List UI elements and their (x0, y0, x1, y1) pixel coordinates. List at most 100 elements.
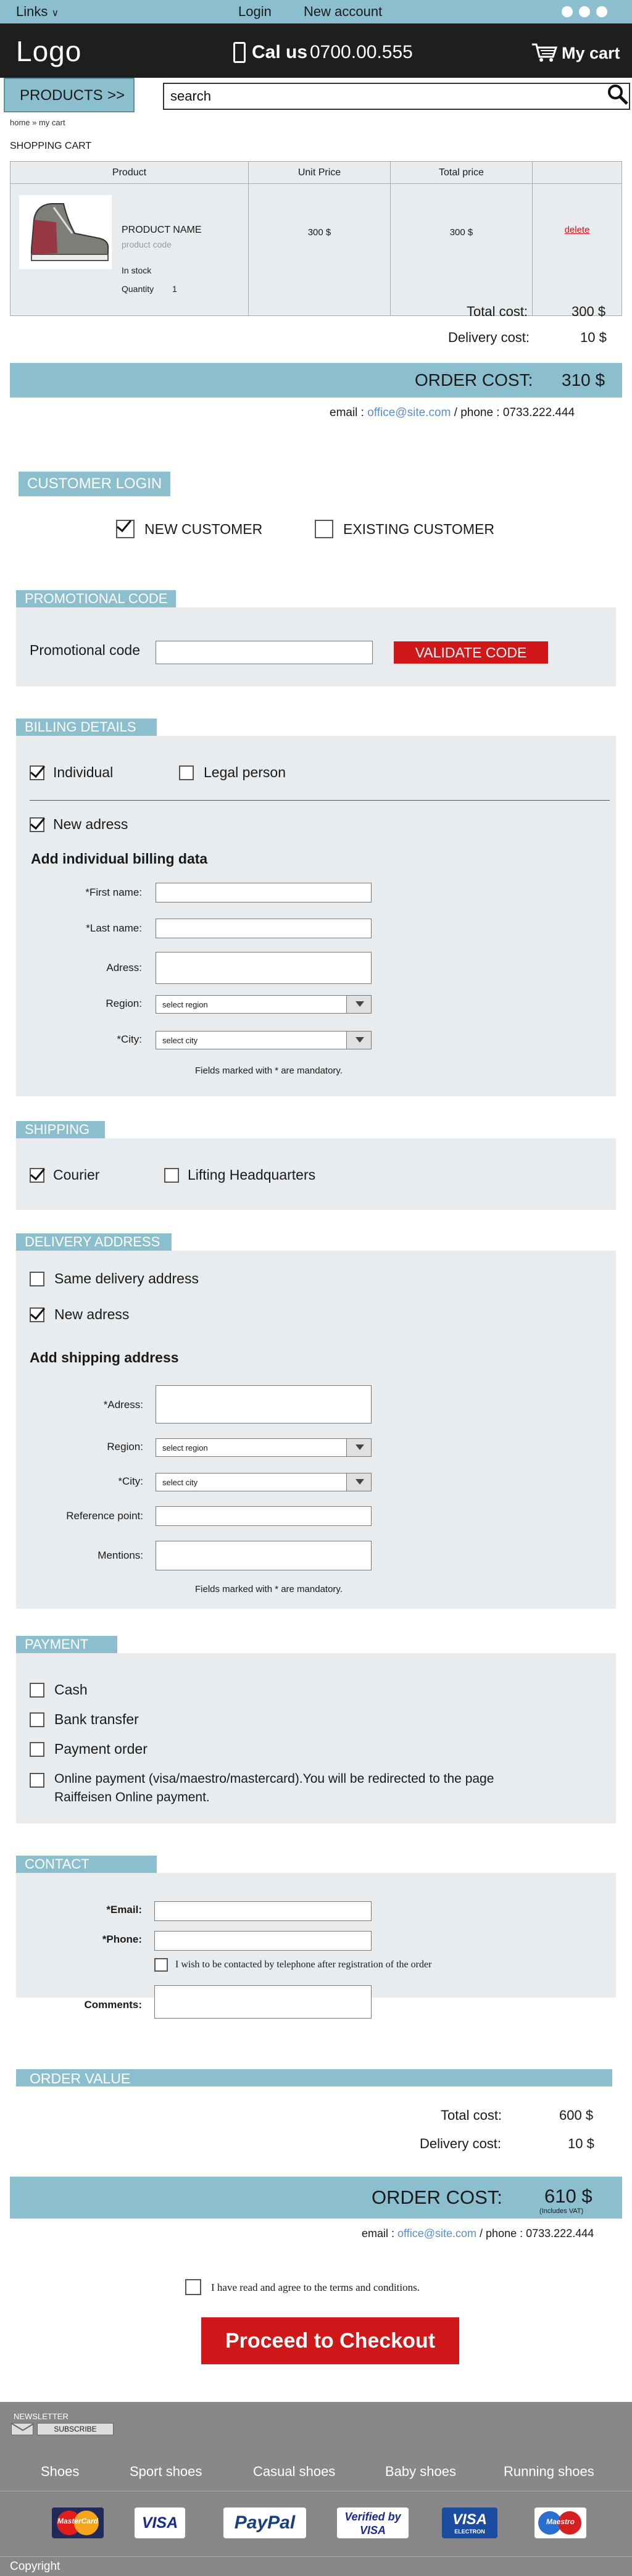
quantity-label: Quantity (122, 284, 154, 294)
links-label: Links (16, 4, 48, 19)
footer-divider (0, 2556, 632, 2557)
header: Logo Cal us 0700.00.555 My cart (0, 23, 632, 78)
total-cost-value: 300 $ (572, 304, 606, 319)
mentions-input[interactable] (156, 1541, 372, 1570)
new-customer-checkbox[interactable] (116, 520, 135, 538)
mail-icon[interactable] (11, 2423, 35, 2435)
contact-phone: 0733.222.444 (526, 2227, 594, 2240)
footer-link[interactable]: Baby shoes (385, 2464, 456, 2480)
footer-link[interactable]: Shoes (41, 2464, 79, 2480)
new-account-link[interactable]: New account (304, 4, 382, 20)
delivery-region-label: Region: (107, 1441, 143, 1453)
search-icon[interactable] (607, 83, 629, 106)
payment-order-checkbox[interactable] (30, 1742, 44, 1757)
product-name[interactable]: PRODUCT NAME (122, 225, 202, 236)
delivery-mandatory-note: Fields marked with * are mandatory. (195, 1584, 343, 1594)
city-select[interactable]: select city (156, 1031, 372, 1049)
footer-link[interactable]: Casual shoes (253, 2464, 335, 2480)
new-address-checkbox[interactable] (30, 817, 44, 832)
contact-email-input[interactable] (154, 1901, 372, 1921)
contact-phone-label: *Phone: (102, 1933, 142, 1945)
contact-line-2: email : office@site.com / phone : 0733.2… (362, 2227, 594, 2240)
order-value-title: ORDER VALUE (30, 2070, 131, 2086)
cart-icon[interactable] (531, 42, 558, 63)
maestro-text: Maestro (546, 2517, 575, 2526)
proceed-checkout-button[interactable]: Proceed to Checkout (201, 2317, 459, 2364)
ov-order-label: ORDER COST: (372, 2186, 502, 2208)
circle-icon[interactable] (596, 6, 607, 17)
email-link[interactable]: office@site.com (397, 2227, 476, 2240)
courier-checkbox[interactable] (30, 1168, 44, 1183)
delivery-cost-value: 10 $ (580, 330, 607, 345)
last-name-input[interactable] (156, 919, 372, 938)
contact-email-label: *Email: (106, 1904, 142, 1915)
chevron-down-icon (346, 1032, 371, 1049)
same-address-label: Same delivery address (54, 1270, 199, 1286)
existing-customer-checkbox[interactable] (315, 520, 333, 538)
products-button[interactable]: PRODUCTS >> (4, 78, 135, 112)
quantity-value[interactable]: 1 (172, 284, 177, 294)
bank-checkbox[interactable] (30, 1712, 44, 1727)
delivery-city-select[interactable]: select city (156, 1473, 372, 1491)
delivery-region-select[interactable]: select region (156, 1438, 372, 1457)
promo-input[interactable] (156, 641, 373, 664)
contact-opt-label: I wish to be contacted by telephone afte… (175, 1959, 432, 1970)
column-header: Product (10, 161, 249, 184)
delete-link[interactable]: delete (532, 183, 622, 316)
new-delivery-address-checkbox[interactable] (30, 1307, 44, 1322)
footer-link[interactable]: Sport shoes (130, 2464, 202, 2480)
delivery-address-input[interactable] (156, 1385, 372, 1423)
divider (30, 800, 610, 801)
payment-title: PAYMENT (16, 1636, 117, 1653)
region-select-value: select region (162, 1000, 208, 1009)
stock-status: In stock (122, 265, 152, 275)
payment-panel: Cash Bank transfer Payment order Online … (16, 1653, 616, 1824)
contact-phone-input[interactable] (154, 1931, 372, 1951)
table-header-row: Product Unit Price Total price (10, 161, 622, 184)
shipping-title: SHIPPING (16, 1121, 105, 1138)
products-arrow: >> (107, 87, 125, 104)
breadcrumb[interactable]: home » my cart (10, 118, 65, 127)
my-cart-link[interactable]: My cart (562, 44, 620, 63)
circle-icon[interactable] (562, 6, 573, 17)
ov-order-value: 610 $ (544, 2185, 592, 2207)
search-input[interactable] (163, 83, 630, 110)
same-address-checkbox[interactable] (30, 1272, 44, 1286)
footer-link[interactable]: Running shoes (504, 2464, 594, 2480)
promo-panel: Promotional code VALIDATE CODE (16, 607, 616, 686)
footer: NEWSLETTER SUBSCRIBE Shoes Sport shoes C… (0, 2402, 632, 2576)
delivery-address-label: *Adress: (103, 1399, 143, 1411)
comments-label: Comments: (84, 1999, 142, 2011)
mentions-label: Mentions: (98, 1549, 143, 1561)
online-payment-checkbox[interactable] (30, 1773, 44, 1788)
logo[interactable]: Logo (16, 35, 81, 68)
reference-input[interactable] (156, 1506, 372, 1526)
cash-checkbox[interactable] (30, 1683, 44, 1698)
first-name-input[interactable] (156, 883, 372, 902)
comments-input[interactable] (154, 1985, 372, 2019)
terms-checkbox[interactable] (185, 2279, 201, 2295)
validate-code-button[interactable]: VALIDATE CODE (394, 641, 548, 664)
email-link[interactable]: office@site.com (367, 406, 451, 419)
legal-person-checkbox[interactable] (179, 765, 194, 780)
ov-delivery-value: 10 $ (568, 2136, 594, 2151)
lifting-checkbox[interactable] (164, 1168, 179, 1183)
login-link[interactable]: Login (238, 4, 272, 20)
existing-customer-label: EXISTING CUSTOMER (343, 521, 494, 537)
address-input[interactable] (156, 952, 372, 984)
promo-title: PROMOTIONAL CODE (16, 590, 177, 607)
individual-checkbox[interactable] (30, 765, 44, 780)
region-select[interactable]: select region (156, 995, 372, 1014)
subscribe-button[interactable]: SUBSCRIBE (37, 2423, 114, 2435)
reference-label: Reference point: (66, 1510, 143, 1522)
contact-phone: 0733.222.444 (502, 406, 575, 419)
shipping-panel: Courier Lifting Headquarters (16, 1138, 616, 1210)
phone-label: / phone : (454, 406, 500, 419)
links-menu[interactable]: Links ∨ (16, 4, 59, 20)
contact-opt-checkbox[interactable] (154, 1958, 168, 1972)
phone-label: / phone : (480, 2227, 523, 2240)
online-payment-label: Online payment (visa/maestro/mastercard)… (54, 1772, 494, 1786)
circle-icon[interactable] (579, 6, 590, 17)
legal-person-label: Legal person (204, 764, 286, 780)
product-image[interactable] (19, 195, 112, 269)
